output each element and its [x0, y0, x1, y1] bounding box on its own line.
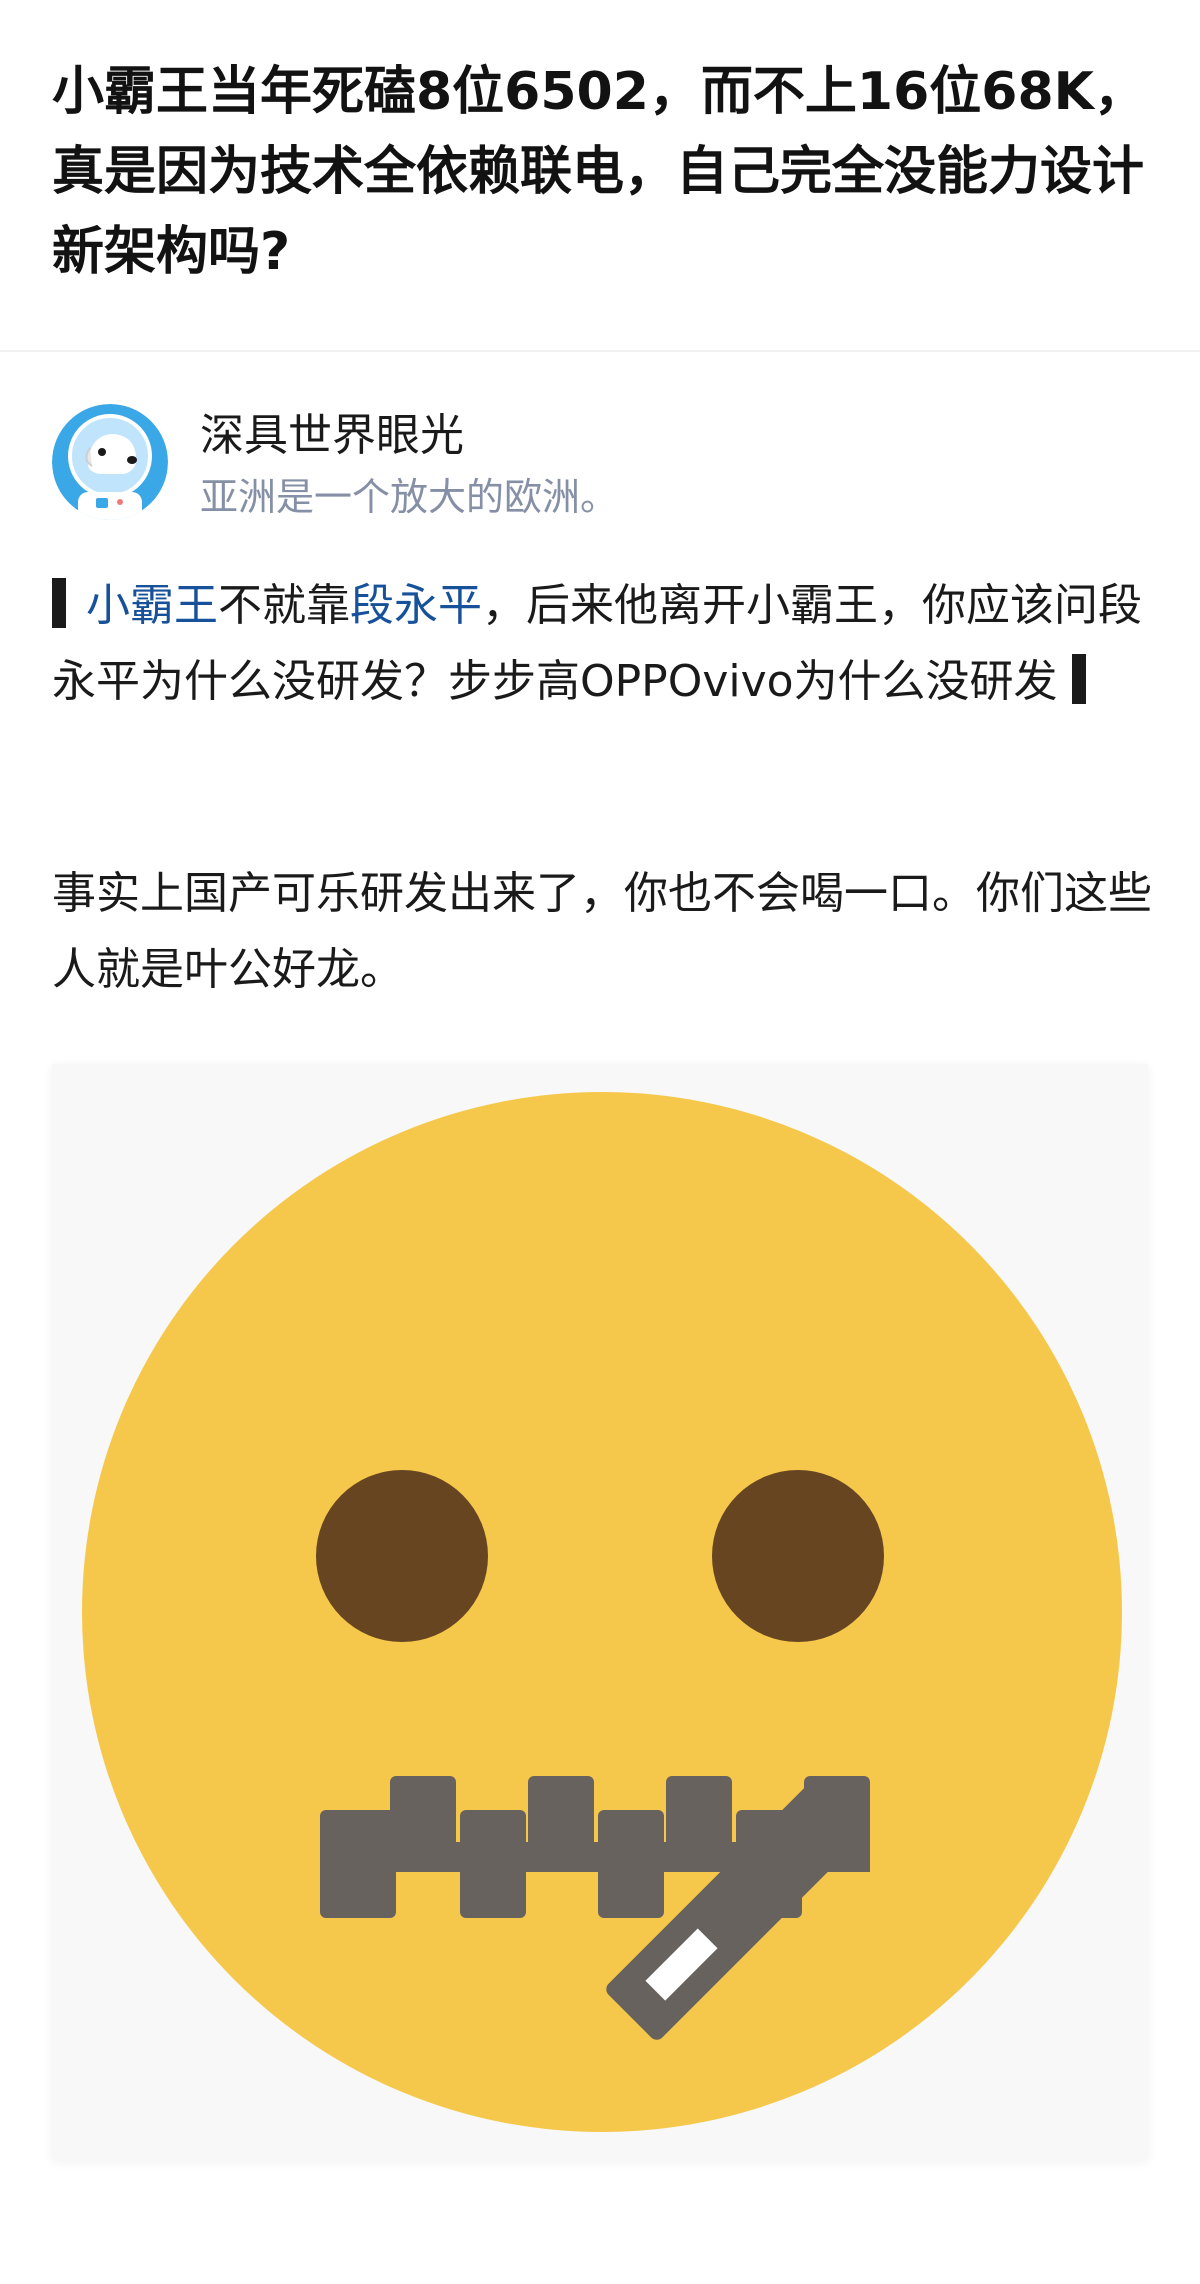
link-duan-yongping[interactable]: 段永平 [350, 580, 482, 631]
divider [0, 350, 1200, 352]
author-bio: 亚洲是一个放大的欧洲。 [200, 475, 619, 519]
answer-paragraph: 事实上国产可乐研发出来了，你也不会喝一口。你们这些人就是叶公好龙。 [52, 868, 1152, 995]
quote-start-bar [52, 578, 66, 628]
answer-image[interactable] [52, 1064, 1148, 2160]
author-name[interactable]: 深具世界眼光 [200, 408, 464, 464]
author-info: 深具世界眼光 亚洲是一个放大的欧洲。 [52, 404, 1152, 524]
link-xiaobawang[interactable]: 小霸王 [86, 580, 218, 631]
quote-text-1: 不就靠 [218, 580, 350, 631]
question-header: 小霸王当年死磕8位6502，而不上16位68K，真是因为技术全依赖联电，自己完全… [52, 52, 1152, 292]
avatar[interactable] [52, 404, 168, 520]
question-title[interactable]: 小霸王当年死磕8位6502，而不上16位68K，真是因为技术全依赖联电，自己完全… [52, 52, 1152, 292]
quote-block: 小霸王不就靠段永平，后来他离开小霸王，你应该问段永平为什么没研发？步步高OPPO… [52, 568, 1152, 720]
quote-end-bar [1071, 654, 1086, 704]
zipper-mouth-face-icon [82, 1092, 1122, 2132]
dog-astronaut-avatar-icon [52, 404, 168, 520]
